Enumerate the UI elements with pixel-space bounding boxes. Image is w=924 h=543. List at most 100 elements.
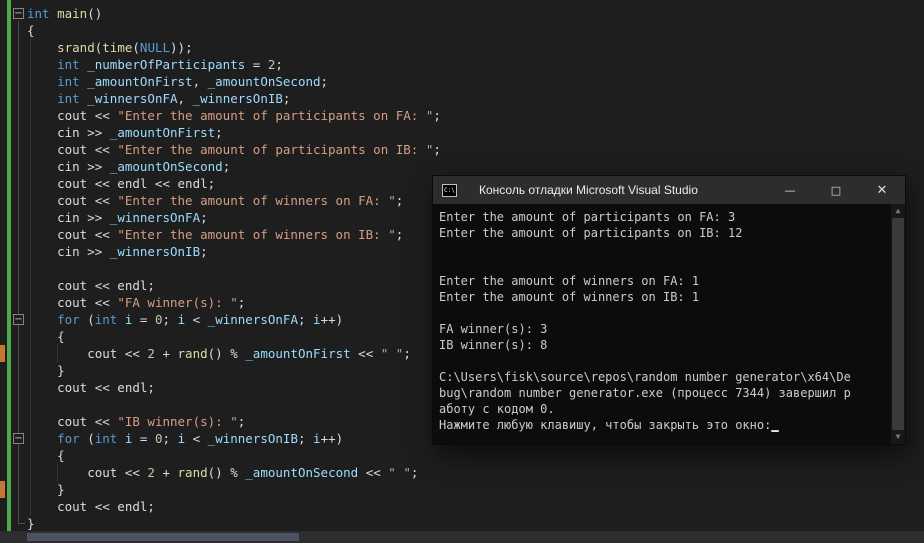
code-line[interactable]: }	[27, 481, 441, 498]
code-token: 0	[155, 431, 163, 446]
code-line[interactable]: int _winnersOnFA, _winnersOnIB;	[27, 90, 441, 107]
fold-collapse-icon[interactable]: −	[13, 433, 24, 444]
code-token	[27, 312, 57, 327]
code-token: cout << endl;	[27, 499, 155, 514]
code-line[interactable]: cout << endl;	[27, 379, 441, 396]
code-token: ,	[178, 91, 193, 106]
code-line[interactable]: }	[27, 515, 441, 532]
code-token: cout <<	[27, 465, 147, 480]
code-token: 0	[155, 312, 163, 327]
code-token: "Enter the amount of participants on IB:…	[117, 142, 433, 157]
code-line[interactable]: cout << 2 + rand() % _amountOnSecond << …	[27, 464, 441, 481]
code-line[interactable]: cout << 2 + rand() % _amountOnFirst << "…	[27, 345, 441, 362]
console-line: C:\Users\fisk\source\repos\random number…	[439, 369, 891, 385]
editor-horizontal-scrollbar[interactable]	[0, 531, 924, 543]
console-line	[439, 353, 891, 369]
code-token: () %	[208, 465, 246, 480]
code-line[interactable]: cout << "Enter the amount of winners on …	[27, 192, 441, 209]
code-token: cout <<	[27, 346, 147, 361]
code-token: <<	[351, 346, 381, 361]
code-token: ;	[396, 227, 404, 242]
code-line[interactable]: {	[27, 328, 441, 345]
code-line[interactable]: cout << "Enter the amount of winners on …	[27, 226, 441, 243]
code-line[interactable]: cout << "Enter the amount of participant…	[27, 107, 441, 124]
code-line[interactable]: {	[27, 22, 441, 39]
code-token: ++)	[321, 312, 344, 327]
console-line: IB winner(s): 8	[439, 337, 891, 353]
code-token: {	[27, 448, 65, 463]
code-token: ;	[200, 244, 208, 259]
code-token: int	[57, 57, 80, 72]
code-token: 2	[147, 465, 155, 480]
console-line: Нажмите любую клавишу, чтобы закрыть это…	[439, 417, 891, 433]
code-line[interactable]: int main()	[27, 5, 441, 22]
code-line[interactable]: cin >> _winnersOnFA;	[27, 209, 441, 226]
code-line[interactable]	[27, 260, 441, 277]
console-output[interactable]: Enter the amount of participants on FA: …	[433, 204, 891, 444]
code-token: _winnersOnFA	[208, 312, 298, 327]
code-token: int	[57, 74, 80, 89]
horizontal-scrollbar-thumb[interactable]	[27, 533, 299, 541]
code-text[interactable]: int main(){ srand(time(NULL)); int _numb…	[27, 5, 441, 532]
change-tracking-bar	[7, 0, 11, 531]
code-line[interactable]: cout << "FA winner(s): ";	[27, 294, 441, 311]
code-token: ;	[403, 346, 411, 361]
code-line[interactable]: cin >> _amountOnFirst;	[27, 124, 441, 141]
code-token	[27, 57, 57, 72]
code-token: cout <<	[27, 227, 117, 242]
fold-collapse-icon[interactable]: −	[13, 8, 24, 19]
code-token: int	[57, 91, 80, 106]
console-line: Enter the amount of winners on FA: 1	[439, 273, 891, 289]
code-token: for	[57, 431, 80, 446]
code-line[interactable]: int _amountOnFirst, _amountOnSecond;	[27, 73, 441, 90]
code-token: ;	[298, 431, 313, 446]
code-token: _amountOnFirst	[110, 125, 215, 140]
code-token: }	[27, 363, 65, 378]
code-token: ;	[283, 91, 291, 106]
code-line[interactable]: cout << endl << endl;	[27, 175, 441, 192]
code-token: ;	[163, 312, 178, 327]
code-token: _amountOnFirst	[87, 74, 192, 89]
close-icon[interactable]: ✕	[859, 176, 905, 204]
code-token: cin >>	[27, 244, 110, 259]
code-token: ;	[163, 431, 178, 446]
code-line[interactable]: for (int i = 0; i < _winnersOnIB; i++)	[27, 430, 441, 447]
code-token	[27, 431, 57, 446]
maximize-icon[interactable]: □	[813, 176, 859, 204]
code-line[interactable]: cout << endl;	[27, 498, 441, 515]
code-token: "Enter the amount of winners on FA: "	[117, 193, 395, 208]
console-scrollbar[interactable]: ▲ ▼	[891, 204, 905, 444]
code-line[interactable]: srand(time(NULL));	[27, 39, 441, 56]
code-token	[117, 431, 125, 446]
console-line: Enter the amount of participants on FA: …	[439, 209, 891, 225]
code-token: ;	[215, 125, 223, 140]
fold-collapse-icon[interactable]: −	[13, 314, 24, 325]
minimize-icon[interactable]: —	[767, 176, 813, 204]
code-token: _amountOnSecond	[110, 159, 223, 174]
scroll-up-icon[interactable]: ▲	[891, 204, 905, 218]
code-line[interactable]: cin >> _amountOnSecond;	[27, 158, 441, 175]
code-token: i	[313, 431, 321, 446]
fold-scope-end	[18, 523, 25, 524]
code-line[interactable]: cin >> _winnersOnIB;	[27, 243, 441, 260]
code-token: " "	[381, 346, 404, 361]
code-line[interactable]: cout << "Enter the amount of participant…	[27, 141, 441, 158]
code-token: srand	[57, 40, 95, 55]
code-line[interactable]: for (int i = 0; i < _winnersOnFA; i++)	[27, 311, 441, 328]
code-token: cout << endl << endl;	[27, 176, 215, 191]
code-token: main	[57, 6, 87, 21]
console-scrollbar-thumb[interactable]	[892, 218, 904, 430]
code-token: {	[27, 23, 35, 38]
console-line	[439, 305, 891, 321]
code-line[interactable]	[27, 396, 441, 413]
code-token: rand	[178, 346, 208, 361]
code-line[interactable]: }	[27, 362, 441, 379]
code-line[interactable]: int _numberOfParticipants = 2;	[27, 56, 441, 73]
code-line[interactable]: {	[27, 447, 441, 464]
scroll-down-icon[interactable]: ▼	[891, 430, 905, 444]
code-line[interactable]: cout << endl;	[27, 277, 441, 294]
code-token: (	[80, 431, 95, 446]
console-title-bar[interactable]: C:\ Консоль отладки Microsoft Visual Stu…	[433, 176, 905, 204]
debug-console-window[interactable]: C:\ Консоль отладки Microsoft Visual Stu…	[432, 175, 906, 445]
code-line[interactable]: cout << "IB winner(s): ";	[27, 413, 441, 430]
